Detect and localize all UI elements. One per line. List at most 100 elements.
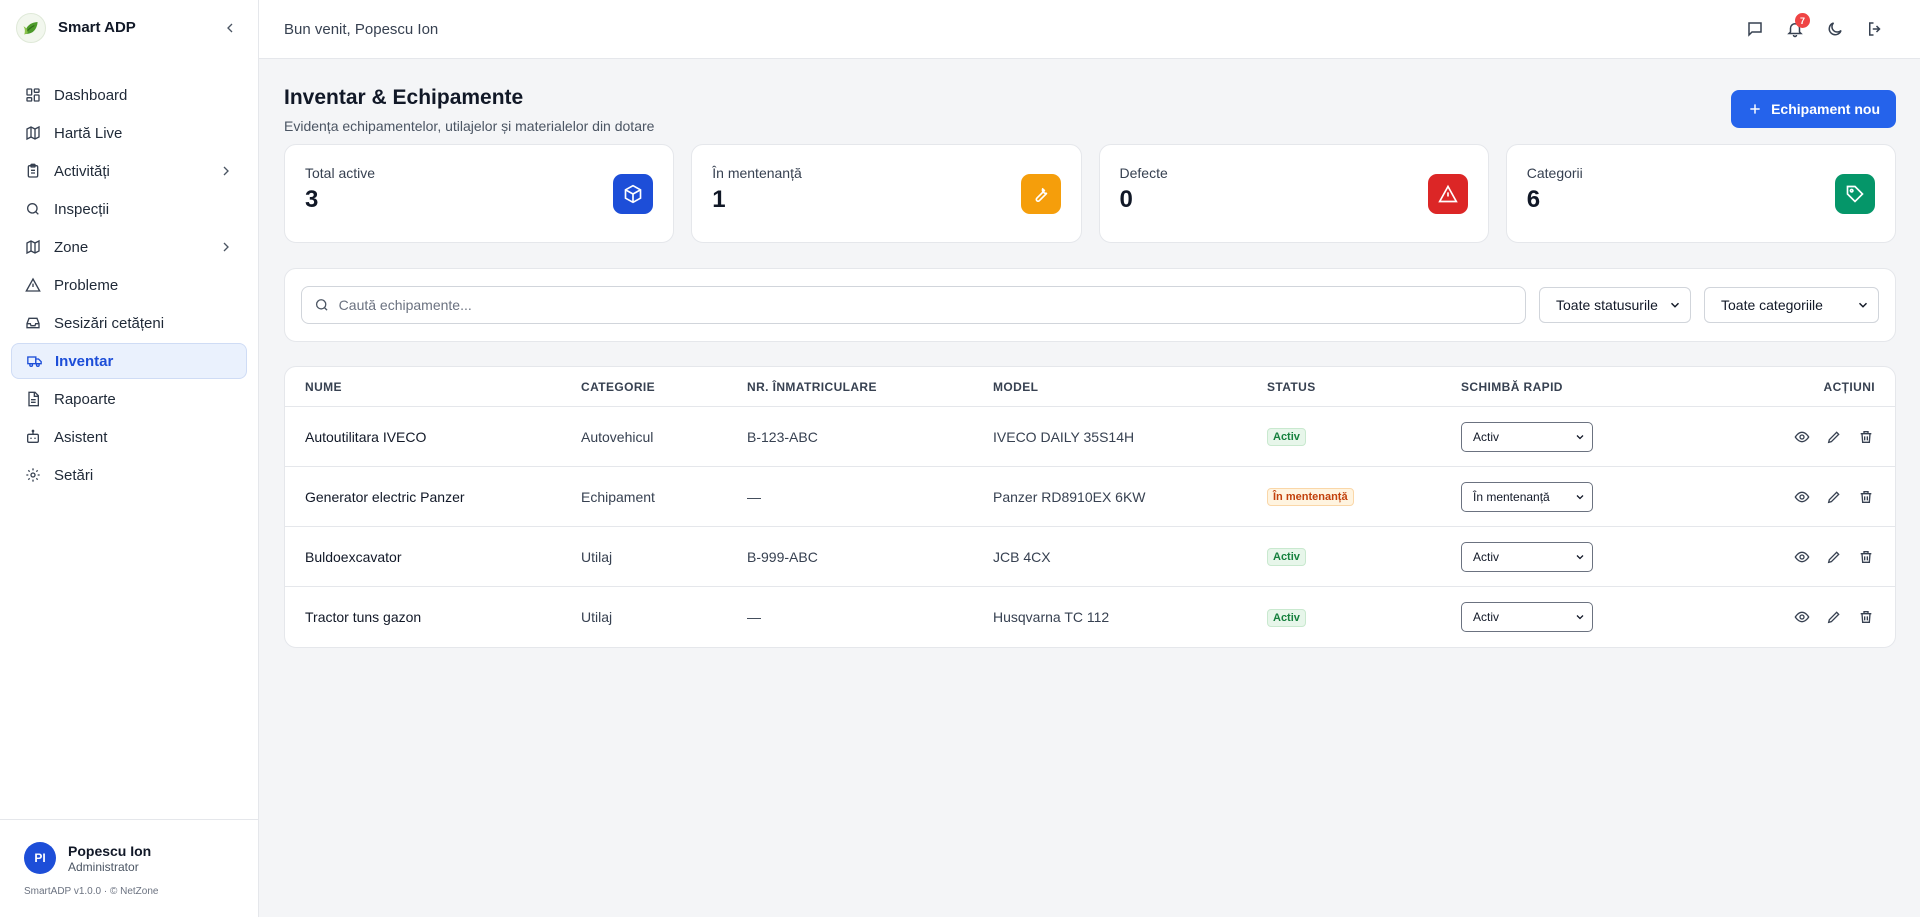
topbar: Bun venit, Popescu Ion 7 [259, 0, 1920, 59]
column-header: NUME [305, 379, 342, 394]
stat-card-total-active: Total active 3 [284, 144, 675, 243]
logout-button[interactable] [1855, 9, 1895, 49]
delete-icon[interactable] [1857, 488, 1875, 506]
chevron-down-icon [1576, 494, 1584, 499]
stat-label: Total active [305, 165, 376, 181]
edit-icon[interactable] [1825, 488, 1843, 506]
chevron-down-icon [1576, 615, 1584, 620]
messages-button[interactable] [1735, 9, 1775, 49]
theme-toggle-button[interactable] [1815, 9, 1855, 49]
sidebar-item-label: Asistent [54, 428, 108, 446]
leaf-logo-icon [16, 12, 46, 43]
cell-model: IVECO DAILY 35S14H [993, 428, 1135, 445]
filters-bar: Toate statusurile Toate categoriile [284, 268, 1896, 342]
cell-name: Generator electric Panzer [305, 488, 465, 505]
status-badge: În mentenanță [1267, 488, 1354, 506]
user-name: Popescu Ion [68, 842, 152, 859]
cell-category: Echipament [581, 488, 655, 505]
view-icon[interactable] [1793, 428, 1811, 446]
column-header: SCHIMBĂ RAPID [1461, 379, 1563, 394]
cell-plate: B-999-ABC [747, 548, 818, 565]
user-role: Administrator [68, 859, 139, 874]
delete-icon[interactable] [1857, 548, 1875, 566]
table-row: Generator electric Panzer Echipament — P… [285, 467, 1895, 527]
cell-plate: — [747, 609, 761, 625]
chevron-down-icon [1670, 302, 1680, 308]
sidebar: Smart ADP Dashboard Hartă Live Activităț… [0, 0, 259, 917]
sidebar-item-label: Inspecții [54, 200, 110, 218]
search-box [301, 286, 1526, 324]
stat-value: 1 [712, 186, 726, 213]
sidebar-item-label: Dashboard [54, 86, 128, 104]
plus-icon [1750, 104, 1760, 114]
table-row: Tractor tuns gazon Utilaj — Husqvarna TC… [285, 587, 1895, 647]
search-input[interactable] [338, 297, 1513, 313]
sidebar-item-rapoarte[interactable]: Rapoarte [11, 381, 247, 417]
cell-name: Autoutilitara IVECO [305, 428, 427, 445]
cell-model: Panzer RD8910EX 6KW [993, 488, 1146, 505]
search-icon [315, 299, 328, 311]
sidebar-item-activitati[interactable]: Activități [11, 153, 247, 189]
app-name: Smart ADP [58, 19, 136, 36]
cell-plate: — [747, 488, 761, 505]
stat-label: Categorii [1526, 165, 1583, 181]
warning-icon [24, 276, 42, 294]
stat-value: 6 [1526, 186, 1541, 213]
map-icon [24, 124, 42, 142]
sidebar-item-label: Inventar [55, 352, 114, 370]
column-header: STATUS [1267, 379, 1316, 394]
quick-status-value: Activ [1473, 549, 1500, 564]
stat-card-maintenance: În mentenanță 1 [691, 144, 1082, 243]
quick-status-select[interactable]: În mentenanță [1461, 481, 1593, 512]
cell-name: Buldoexcavator [305, 548, 402, 565]
sidebar-item-zone[interactable]: Zone [11, 229, 247, 265]
edit-icon[interactable] [1825, 428, 1843, 446]
sidebar-item-harta-live[interactable]: Hartă Live [11, 115, 247, 151]
sidebar-item-label: Setări [54, 466, 94, 484]
table-row: Buldoexcavator Utilaj B-999-ABC JCB 4CX … [285, 527, 1895, 587]
stat-label: Defecte [1119, 165, 1168, 181]
user-profile[interactable]: PI Popescu Ion Administrator [24, 842, 234, 874]
wrench-icon [1020, 174, 1061, 214]
notifications-button[interactable]: 7 [1775, 9, 1815, 49]
sidebar-item-setari[interactable]: Setări [11, 457, 247, 493]
avatar: PI [24, 842, 56, 874]
grid-icon [24, 86, 42, 104]
gear-icon [24, 466, 42, 484]
delete-icon[interactable] [1857, 428, 1875, 446]
status-badge: Activ [1267, 608, 1306, 627]
collapse-sidebar-button[interactable] [218, 16, 242, 40]
column-header: CATEGORIE [581, 379, 656, 394]
clipboard-icon [24, 162, 42, 180]
stat-label: În mentenanță [712, 165, 802, 181]
view-icon[interactable] [1793, 488, 1811, 506]
quick-status-select[interactable]: Activ [1461, 421, 1593, 452]
stats-row: Total active 3 În mentenanță 1 Defecte 0… [284, 144, 1896, 243]
sidebar-item-inspectii[interactable]: Inspecții [11, 191, 247, 227]
cell-model: Husqvarna TC 112 [993, 609, 1110, 625]
sidebar-item-sesizari-cetateni[interactable]: Sesizări cetățeni [11, 305, 247, 341]
page-title: Inventar & Echipamente [284, 86, 524, 109]
view-icon[interactable] [1793, 548, 1811, 566]
category-filter-select[interactable]: Toate categoriile [1704, 287, 1879, 323]
status-filter-select[interactable]: Toate statusurile [1539, 287, 1691, 323]
view-icon[interactable] [1793, 608, 1811, 626]
sidebar-item-dashboard[interactable]: Dashboard [11, 77, 247, 113]
sidebar-item-asistent[interactable]: Asistent [11, 419, 247, 455]
tag-icon [1835, 174, 1875, 214]
column-header: NR. ÎNMATRICULARE [747, 379, 877, 394]
sidebar-item-label: Zone [54, 238, 89, 256]
page-subtitle: Evidența echipamentelor, utilajelor și m… [284, 118, 655, 134]
new-equipment-button[interactable]: Echipament nou [1731, 90, 1896, 128]
edit-icon[interactable] [1825, 608, 1843, 626]
quick-status-select[interactable]: Activ [1461, 541, 1593, 572]
edit-icon[interactable] [1825, 548, 1843, 566]
delete-icon[interactable] [1857, 608, 1875, 626]
map-icon [24, 238, 42, 256]
logout-icon [1869, 22, 1881, 36]
sidebar-footer: PI Popescu Ion Administrator SmartADP v1… [0, 819, 258, 917]
quick-status-select[interactable]: Activ [1461, 602, 1593, 632]
sidebar-item-inventar[interactable]: Inventar [11, 343, 247, 379]
warning-icon [1427, 174, 1468, 214]
sidebar-item-probleme[interactable]: Probleme [11, 267, 247, 303]
